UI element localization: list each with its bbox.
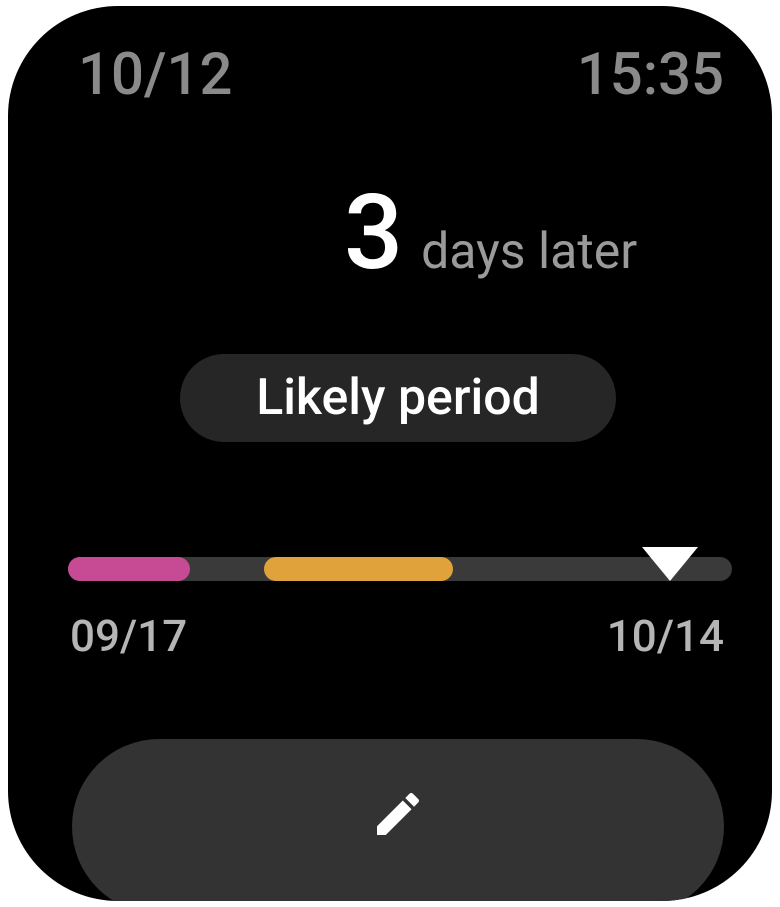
status-date: 10/12	[78, 41, 233, 109]
countdown-number: 3	[344, 173, 404, 294]
cycle-segment-fertile	[263, 557, 454, 581]
cycle-segment-period	[68, 557, 190, 581]
countdown-unit: days later	[421, 223, 638, 281]
cycle-progress-track	[68, 557, 732, 581]
today-marker-icon	[642, 547, 699, 581]
watch-screen: 10/12 15:35 3 days later Likely period 0…	[8, 6, 772, 901]
cycle-end-date: 10/14	[606, 610, 724, 662]
phase-label: Likely period	[256, 369, 540, 427]
pencil-icon	[377, 792, 420, 835]
edit-button[interactable]	[72, 739, 724, 901]
cycle-start-date: 09/17	[70, 610, 188, 662]
countdown: 3 days later	[344, 174, 637, 294]
status-time: 15:35	[576, 41, 724, 109]
phase-badge: Likely period	[180, 354, 616, 442]
